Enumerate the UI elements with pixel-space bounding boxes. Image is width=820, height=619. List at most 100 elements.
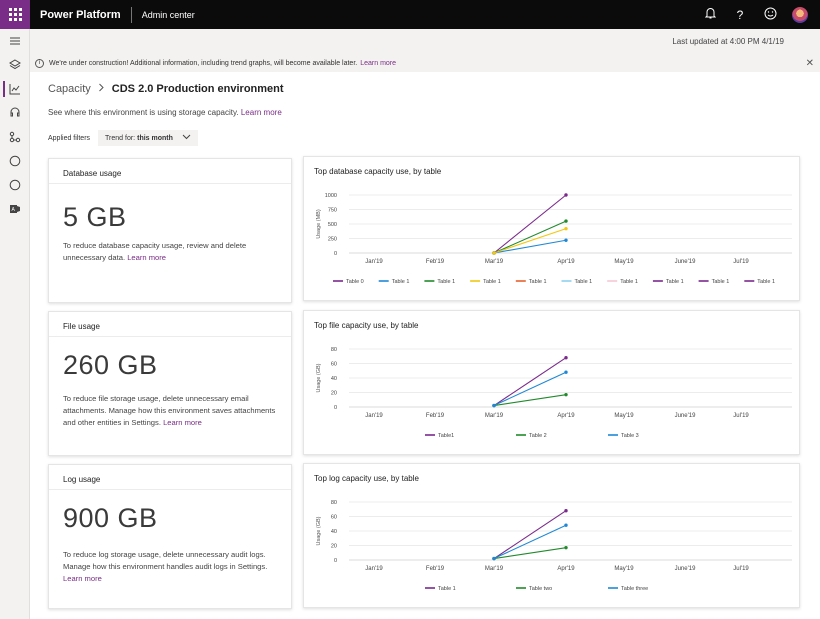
note-learn-more-link[interactable]: Learn more [127, 253, 166, 262]
y-tick-label: 500 [328, 222, 337, 228]
help-icon[interactable]: ? [732, 8, 748, 22]
note-learn-more-link[interactable]: Learn more [63, 574, 102, 583]
x-tick-label: June'19 [675, 259, 696, 265]
usage-note: To reduce database capacity usage, revie… [63, 240, 277, 264]
y-axis-label: Usage (GB) [316, 516, 322, 545]
breadcrumb: Capacity CDS 2.0 Production environment [48, 83, 284, 95]
usage-note: To reduce log storage usage, delete unne… [63, 549, 277, 585]
data-point [564, 392, 568, 397]
section-title: Admin center [141, 9, 195, 20]
series-line [493, 357, 567, 407]
legend-label: Table 1 [666, 279, 684, 285]
y-tick-label: 0 [334, 558, 337, 564]
chevron-down-icon [182, 133, 191, 142]
data-point [564, 523, 568, 527]
x-tick-label: June'19 [675, 413, 696, 419]
y-tick-label: 80 [331, 500, 337, 506]
card-title: File usage [63, 322, 100, 331]
x-tick-label: June'19 [675, 566, 696, 572]
hamburger-icon[interactable] [0, 29, 30, 53]
x-tick-label: Jan'19 [365, 259, 383, 265]
filters-label: Applied filters [48, 134, 91, 142]
data-point [492, 251, 496, 255]
banner-learn-more-link[interactable]: Learn more [360, 60, 396, 67]
usage-note: To reduce file storage usage, delete unn… [63, 393, 277, 429]
left-nav-rail: A [0, 29, 30, 619]
x-tick-label: Feb'19 [426, 413, 445, 419]
legend-label: Table two [529, 586, 552, 592]
x-tick-label: Feb'19 [426, 566, 445, 572]
circle-icon[interactable] [0, 173, 30, 197]
circle-icon[interactable] [0, 149, 30, 173]
data-point [564, 509, 568, 513]
avatar[interactable] [792, 6, 808, 23]
data-point [564, 226, 568, 231]
log-capacity-chart: Usage (GB) 0 20 40 60 80 Jan'19 Feb'19 Mar'19 Apr… [316, 500, 792, 592]
breadcrumb-capacity[interactable]: Capacity [48, 83, 91, 95]
log-capacity-chart-card: Top log capacity use, by table Usage (GB… [303, 463, 800, 608]
card-title: Log usage [63, 475, 101, 484]
x-tick-label: Jul'19 [733, 413, 749, 419]
legend-label: Table 1 [529, 279, 547, 285]
divider [130, 6, 132, 23]
data-point [564, 193, 568, 197]
legend-label: Table 3 [621, 433, 639, 439]
legend-label: Table1 [438, 433, 454, 439]
y-tick-label: 60 [331, 362, 337, 368]
x-tick-label: May'19 [614, 259, 634, 265]
x-tick-label: May'19 [614, 566, 634, 572]
app-name[interactable]: Power Platform [40, 9, 121, 21]
log-usage-card: Log usage 900 GB To reduce log storage u… [48, 464, 292, 609]
trend-prefix: Trend for: [105, 134, 136, 142]
close-icon[interactable]: ✕ [806, 58, 814, 69]
data-point [564, 545, 568, 550]
x-tick-label: Mar'19 [485, 413, 504, 419]
y-tick-label: 40 [331, 376, 337, 382]
y-axis-label: Usage (GB) [316, 363, 322, 392]
construction-banner: i We're under construction! Additional i… [30, 54, 820, 72]
data-point [564, 356, 568, 360]
x-tick-label: Apr'19 [557, 413, 575, 419]
data-point [492, 403, 496, 408]
database-capacity-chart: Usage (MB) 0 250 500 750 1000 Jan'19 Feb'19 Mar'… [316, 193, 792, 285]
help-support-icon[interactable] [0, 101, 30, 125]
series-line [493, 228, 567, 254]
x-tick-label: Mar'19 [485, 259, 504, 265]
analytics-icon[interactable] [0, 77, 30, 101]
waffle-icon[interactable] [0, 0, 30, 29]
y-tick-label: 750 [328, 208, 337, 214]
x-tick-label: May'19 [614, 413, 634, 419]
y-tick-label: 20 [331, 391, 337, 397]
divider [49, 336, 291, 337]
x-tick-label: Apr'19 [557, 566, 575, 572]
legend-label: Table 0 [346, 279, 364, 285]
data-integration-icon[interactable] [0, 125, 30, 149]
x-tick-label: Jul'19 [733, 566, 749, 572]
legend-label: Table 1 [392, 279, 410, 285]
legend-label: Table 1 [712, 279, 730, 285]
database-usage-card: Database usage 5 GB To reduce database c… [48, 158, 292, 303]
environments-icon[interactable] [0, 53, 30, 77]
divider [49, 183, 291, 184]
x-tick-label: Apr'19 [557, 259, 575, 265]
series-line [493, 220, 567, 254]
file-usage-card: File usage 260 GB To reduce file storage… [48, 311, 292, 456]
bell-icon[interactable] [702, 7, 718, 22]
divider [49, 489, 291, 490]
chevron-right-icon [98, 83, 105, 95]
file-capacity-chart-card: Top file capacity use, by table Usage (G… [303, 310, 800, 455]
y-tick-label: 80 [331, 347, 337, 353]
legend-label: Table 2 [529, 433, 547, 439]
smiley-icon[interactable] [762, 7, 778, 23]
legend-label: Table 1 [575, 279, 593, 285]
trend-dropdown[interactable]: Trend for: this month [98, 130, 199, 146]
description-learn-more-link[interactable]: Learn more [241, 108, 282, 117]
y-tick-label: 20 [331, 544, 337, 550]
y-tick-label: 40 [331, 529, 337, 535]
y-tick-label: 60 [331, 515, 337, 521]
series-line [493, 510, 567, 560]
power-apps-icon[interactable]: A [0, 197, 30, 221]
note-learn-more-link[interactable]: Learn more [163, 418, 202, 427]
note-text: To reduce log storage usage, delete unne… [63, 550, 268, 571]
usage-value: 260 GB [63, 350, 158, 380]
